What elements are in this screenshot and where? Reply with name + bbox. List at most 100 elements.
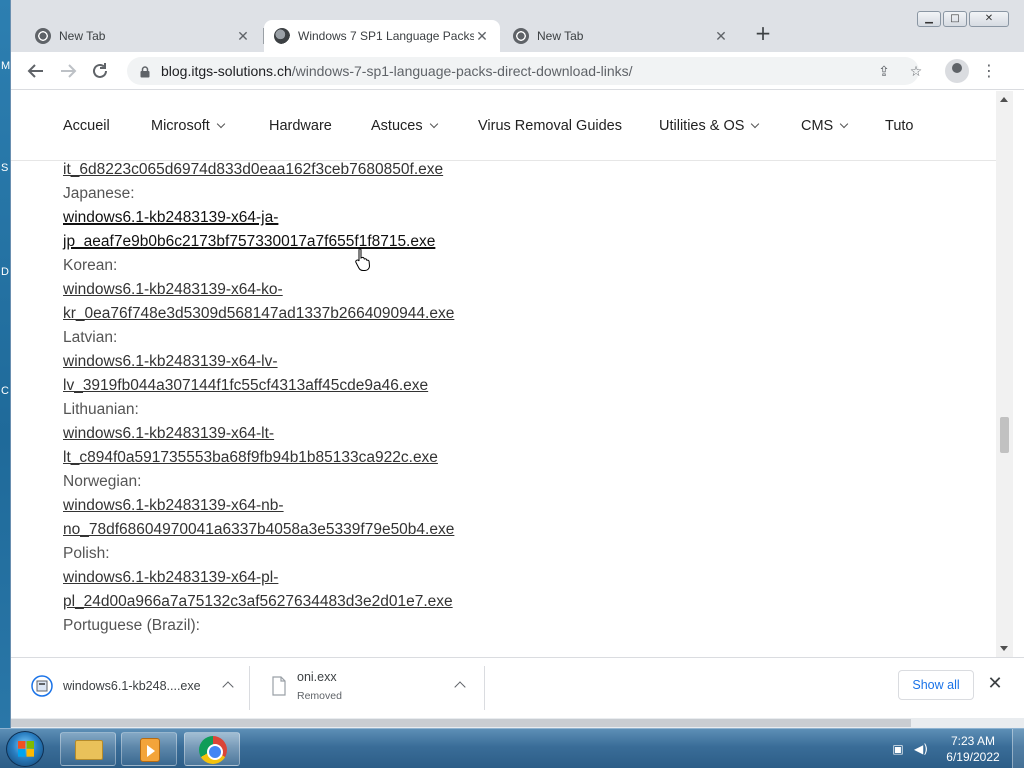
- clock-time: 7:23 AM: [950, 734, 996, 748]
- lock-icon: [139, 65, 151, 78]
- forward-button[interactable]: [56, 59, 80, 83]
- windows-taskbar: ▣ ◀) 7:23 AM 6/19/2022: [0, 728, 1024, 768]
- language-label: Polish:: [63, 545, 110, 562]
- network-icon[interactable]: ▣: [890, 741, 906, 757]
- nav-item-utilities-os[interactable]: Utilities & OS: [659, 118, 760, 134]
- chrome-icon: [513, 28, 529, 44]
- divider: [484, 666, 485, 710]
- new-tab-button[interactable]: +: [751, 22, 775, 46]
- nav-item-label: Utilities & OS: [659, 118, 745, 134]
- back-arrow-icon: [27, 64, 43, 78]
- scrollbar-thumb[interactable]: [1000, 417, 1009, 453]
- language-label: Korean:: [63, 257, 118, 274]
- language-label: Norwegian:: [63, 473, 142, 490]
- link-text-line: windows6.1-kb2483139-x64-nb-: [63, 497, 284, 514]
- download-link-norwegian[interactable]: windows6.1-kb2483139-x64-nb- no_78df6860…: [63, 494, 963, 542]
- close-tab-icon[interactable]: ✕: [235, 28, 251, 45]
- download-item[interactable]: windows6.1-kb248....exe: [11, 658, 249, 719]
- taskbar-media-player[interactable]: [121, 732, 177, 766]
- close-shelf-icon[interactable]: ✕: [985, 674, 1005, 694]
- nav-item-accueil[interactable]: Accueil: [63, 118, 110, 134]
- site-icon: [274, 28, 290, 44]
- volume-icon[interactable]: ◀): [913, 741, 929, 757]
- maximize-button[interactable]: □: [943, 11, 967, 27]
- link-text-line: kr_0ea76f748e3d5309d568147ad1337b2664090…: [63, 305, 455, 322]
- chrome-icon: [199, 736, 227, 764]
- vertical-scrollbar[interactable]: [996, 91, 1013, 657]
- chevron-down-icon: [216, 119, 226, 129]
- system-clock[interactable]: 7:23 AM 6/19/2022: [934, 733, 1012, 765]
- site-navigation: Accueil Microsoft Hardware Astuces Virus…: [11, 91, 996, 161]
- link-text-line: lv_3919fb044a307144f1fc55cf4313aff45cde9…: [63, 377, 429, 394]
- scroll-down-icon[interactable]: [1000, 646, 1008, 651]
- link-text-line: windows6.1-kb2483139-x64-ko-: [63, 281, 283, 298]
- link-text-line: windows6.1-kb2483139-x64-lv-: [63, 353, 278, 370]
- close-window-button[interactable]: ✕: [969, 11, 1009, 27]
- nav-item-microsoft[interactable]: Microsoft: [151, 118, 226, 134]
- chevron-down-icon: [839, 119, 849, 129]
- horizontal-scrollbar[interactable]: [11, 718, 1024, 728]
- profile-avatar[interactable]: [945, 59, 969, 83]
- link-text-line: jp_aeaf7e9b0b6c2173bf757330017a7f655f1f8…: [63, 233, 436, 250]
- nav-item-label: Hardware: [269, 118, 332, 134]
- nav-item-astuces[interactable]: Astuces: [371, 118, 438, 134]
- browser-window: New Tab ✕ Windows 7 SP1 Language Packs ✕…: [10, 0, 1024, 728]
- tab-windows-7-language-packs[interactable]: Windows 7 SP1 Language Packs ✕: [264, 20, 500, 52]
- tab-new-tab-2[interactable]: New Tab ✕: [503, 20, 739, 52]
- share-icon[interactable]: ⇪: [875, 63, 893, 81]
- desktop-icon-label: D: [1, 266, 9, 278]
- language-label: Portuguese (Brazil):: [63, 617, 200, 634]
- hand-cursor-icon: [355, 247, 371, 271]
- tab-new-tab-1[interactable]: New Tab ✕: [25, 20, 261, 52]
- language-entry-japanese: Japanese: windows6.1-kb2483139-x64-ja- j…: [63, 182, 963, 254]
- nav-item-hardware[interactable]: Hardware: [269, 118, 332, 134]
- download-link-japanese[interactable]: windows6.1-kb2483139-x64-ja- jp_aeaf7e9b…: [63, 206, 963, 254]
- download-filename: windows6.1-kb248....exe: [63, 679, 201, 693]
- nav-item-label: Virus Removal Guides: [478, 118, 622, 134]
- installer-file-icon: [31, 675, 53, 697]
- download-item[interactable]: oni.exx Removed: [250, 658, 484, 719]
- address-bar[interactable]: blog.itgs-solutions.ch/windows-7-sp1-lan…: [127, 57, 919, 85]
- close-tab-icon[interactable]: ✕: [713, 28, 729, 45]
- download-link-fragment[interactable]: it_6d8223c065d6974d833d0eaa162f3ceb76808…: [63, 158, 963, 182]
- start-button[interactable]: [6, 731, 44, 767]
- download-filename: oni.exx: [297, 670, 337, 684]
- language-entry-polish: Polish: windows6.1-kb2483139-x64-pl- pl_…: [63, 542, 963, 614]
- link-text-line: lt_c894f0a591735553ba68f9fb94b1b85133ca9…: [63, 449, 438, 466]
- scroll-up-icon[interactable]: [1000, 97, 1008, 102]
- media-player-icon: [140, 738, 160, 762]
- nav-item-tuto[interactable]: Tuto: [885, 118, 913, 134]
- bookmark-star-icon[interactable]: ☆: [907, 63, 925, 81]
- tab-title: New Tab: [59, 29, 106, 43]
- nav-item-label: CMS: [801, 118, 834, 134]
- nav-item-virus-removal-guides[interactable]: Virus Removal Guides: [478, 118, 622, 134]
- nav-item-label: Astuces: [371, 118, 423, 134]
- taskbar-windows-explorer[interactable]: [60, 732, 116, 766]
- tab-strip: New Tab ✕ Windows 7 SP1 Language Packs ✕…: [11, 0, 1024, 52]
- download-link-latvian[interactable]: windows6.1-kb2483139-x64-lv- lv_3919fb04…: [63, 350, 963, 398]
- language-entry-norwegian: Norwegian: windows6.1-kb2483139-x64-nb- …: [63, 470, 963, 542]
- link-text-line: windows6.1-kb2483139-x64-pl-: [63, 569, 279, 586]
- web-page: Accueil Microsoft Hardware Astuces Virus…: [11, 91, 996, 657]
- download-link-korean[interactable]: windows6.1-kb2483139-x64-ko- kr_0ea76f74…: [63, 278, 963, 326]
- taskbar-google-chrome[interactable]: [184, 732, 240, 766]
- menu-icon[interactable]: ⋮: [981, 59, 997, 83]
- download-link-polish[interactable]: windows6.1-kb2483139-x64-pl- pl_24d00a96…: [63, 566, 963, 614]
- download-link-lithuanian[interactable]: windows6.1-kb2483139-x64-lt- lt_c894f0a5…: [63, 422, 963, 470]
- nav-item-cms[interactable]: CMS: [801, 118, 849, 134]
- forward-arrow-icon: [61, 64, 77, 78]
- language-entry-latvian: Latvian: windows6.1-kb2483139-x64-lv- lv…: [63, 326, 963, 398]
- reload-button[interactable]: [88, 59, 112, 83]
- language-label: Japanese:: [63, 185, 135, 202]
- chevron-up-icon[interactable]: [454, 681, 466, 693]
- show-all-button[interactable]: Show all: [898, 670, 974, 700]
- desktop-icon-label: M: [1, 60, 11, 72]
- close-tab-icon[interactable]: ✕: [474, 28, 490, 45]
- link-text-line: windows6.1-kb2483139-x64-ja-: [63, 209, 279, 226]
- download-status: Removed: [297, 690, 342, 702]
- show-desktop-button[interactable]: [1012, 729, 1024, 768]
- minimize-button[interactable]: ▁: [917, 11, 941, 27]
- scrollbar-thumb[interactable]: [11, 719, 911, 727]
- chevron-up-icon[interactable]: [222, 681, 234, 693]
- back-button[interactable]: [24, 59, 48, 83]
